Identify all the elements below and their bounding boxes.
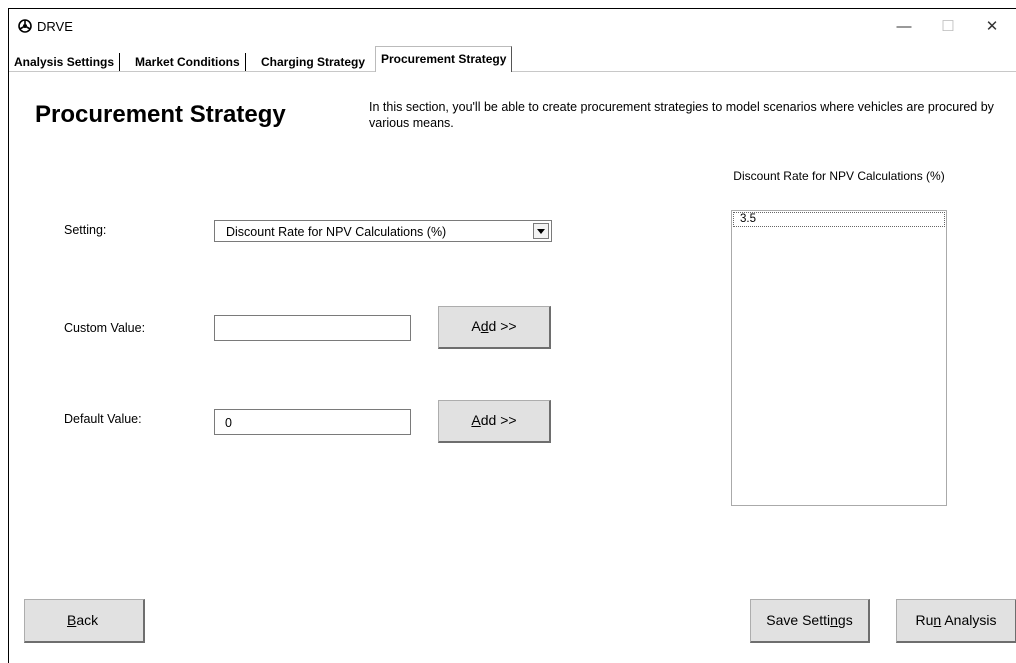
maximize-button[interactable]: ☐ xyxy=(926,9,970,45)
tab-market-conditions[interactable]: Market Conditions xyxy=(130,53,246,71)
chevron-down-icon[interactable] xyxy=(533,223,549,239)
back-label: ack xyxy=(76,612,99,628)
default-value-input[interactable]: 0 xyxy=(214,409,411,435)
values-listbox[interactable]: 3.5 xyxy=(731,210,947,506)
close-button[interactable]: ✕ xyxy=(970,9,1014,45)
back-button[interactable]: Back xyxy=(24,599,145,643)
run-label-b: Analysis xyxy=(941,612,997,628)
page-title: Procurement Strategy xyxy=(35,101,286,128)
drve-logo-icon xyxy=(18,19,32,33)
minimize-button[interactable]: — xyxy=(882,9,926,45)
save-hotkey: n xyxy=(830,612,838,628)
default-add-hotkey: A xyxy=(471,412,481,428)
tab-procurement-strategy[interactable]: Procurement Strategy xyxy=(375,46,513,72)
default-add-button[interactable]: Add >> xyxy=(438,400,551,443)
run-label-a: Ru xyxy=(915,612,934,628)
setting-label: Setting: xyxy=(64,223,107,237)
save-label-a: Save Setti xyxy=(766,612,831,628)
section-description: In this section, you'll be able to creat… xyxy=(369,100,994,130)
default-value-label: Default Value: xyxy=(64,412,142,426)
save-settings-button[interactable]: Save Settings xyxy=(750,599,870,643)
custom-value-label: Custom Value: xyxy=(64,321,146,335)
tab-bar: Analysis Settings Market Conditions Char… xyxy=(9,45,1016,72)
title-bar: DRVE — ☐ ✕ xyxy=(9,9,1016,45)
window-title: DRVE xyxy=(37,19,73,34)
setting-dropdown[interactable]: Discount Rate for NPV Calculations (%) xyxy=(214,220,552,242)
list-item[interactable]: 3.5 xyxy=(733,212,945,227)
save-label-b: gs xyxy=(837,612,853,628)
list-header: Discount Rate for NPV Calculations (%) xyxy=(733,169,945,183)
custom-add-label-b: d >> xyxy=(488,318,517,334)
app-window: DRVE — ☐ ✕ Analysis Settings Market Cond… xyxy=(8,8,1016,663)
custom-add-hotkey: d xyxy=(480,318,489,334)
custom-add-button[interactable]: Add >> xyxy=(438,306,551,349)
setting-dropdown-value: Discount Rate for NPV Calculations (%) xyxy=(226,225,447,239)
tab-charging-strategy[interactable]: Charging Strategy xyxy=(256,53,370,71)
run-analysis-button[interactable]: Run Analysis xyxy=(896,599,1016,643)
default-add-label: dd >> xyxy=(480,412,517,428)
back-hotkey: B xyxy=(67,612,77,628)
custom-add-label-a: A xyxy=(471,318,481,334)
tab-analysis-settings[interactable]: Analysis Settings xyxy=(9,53,121,71)
custom-value-input[interactable] xyxy=(214,315,411,341)
